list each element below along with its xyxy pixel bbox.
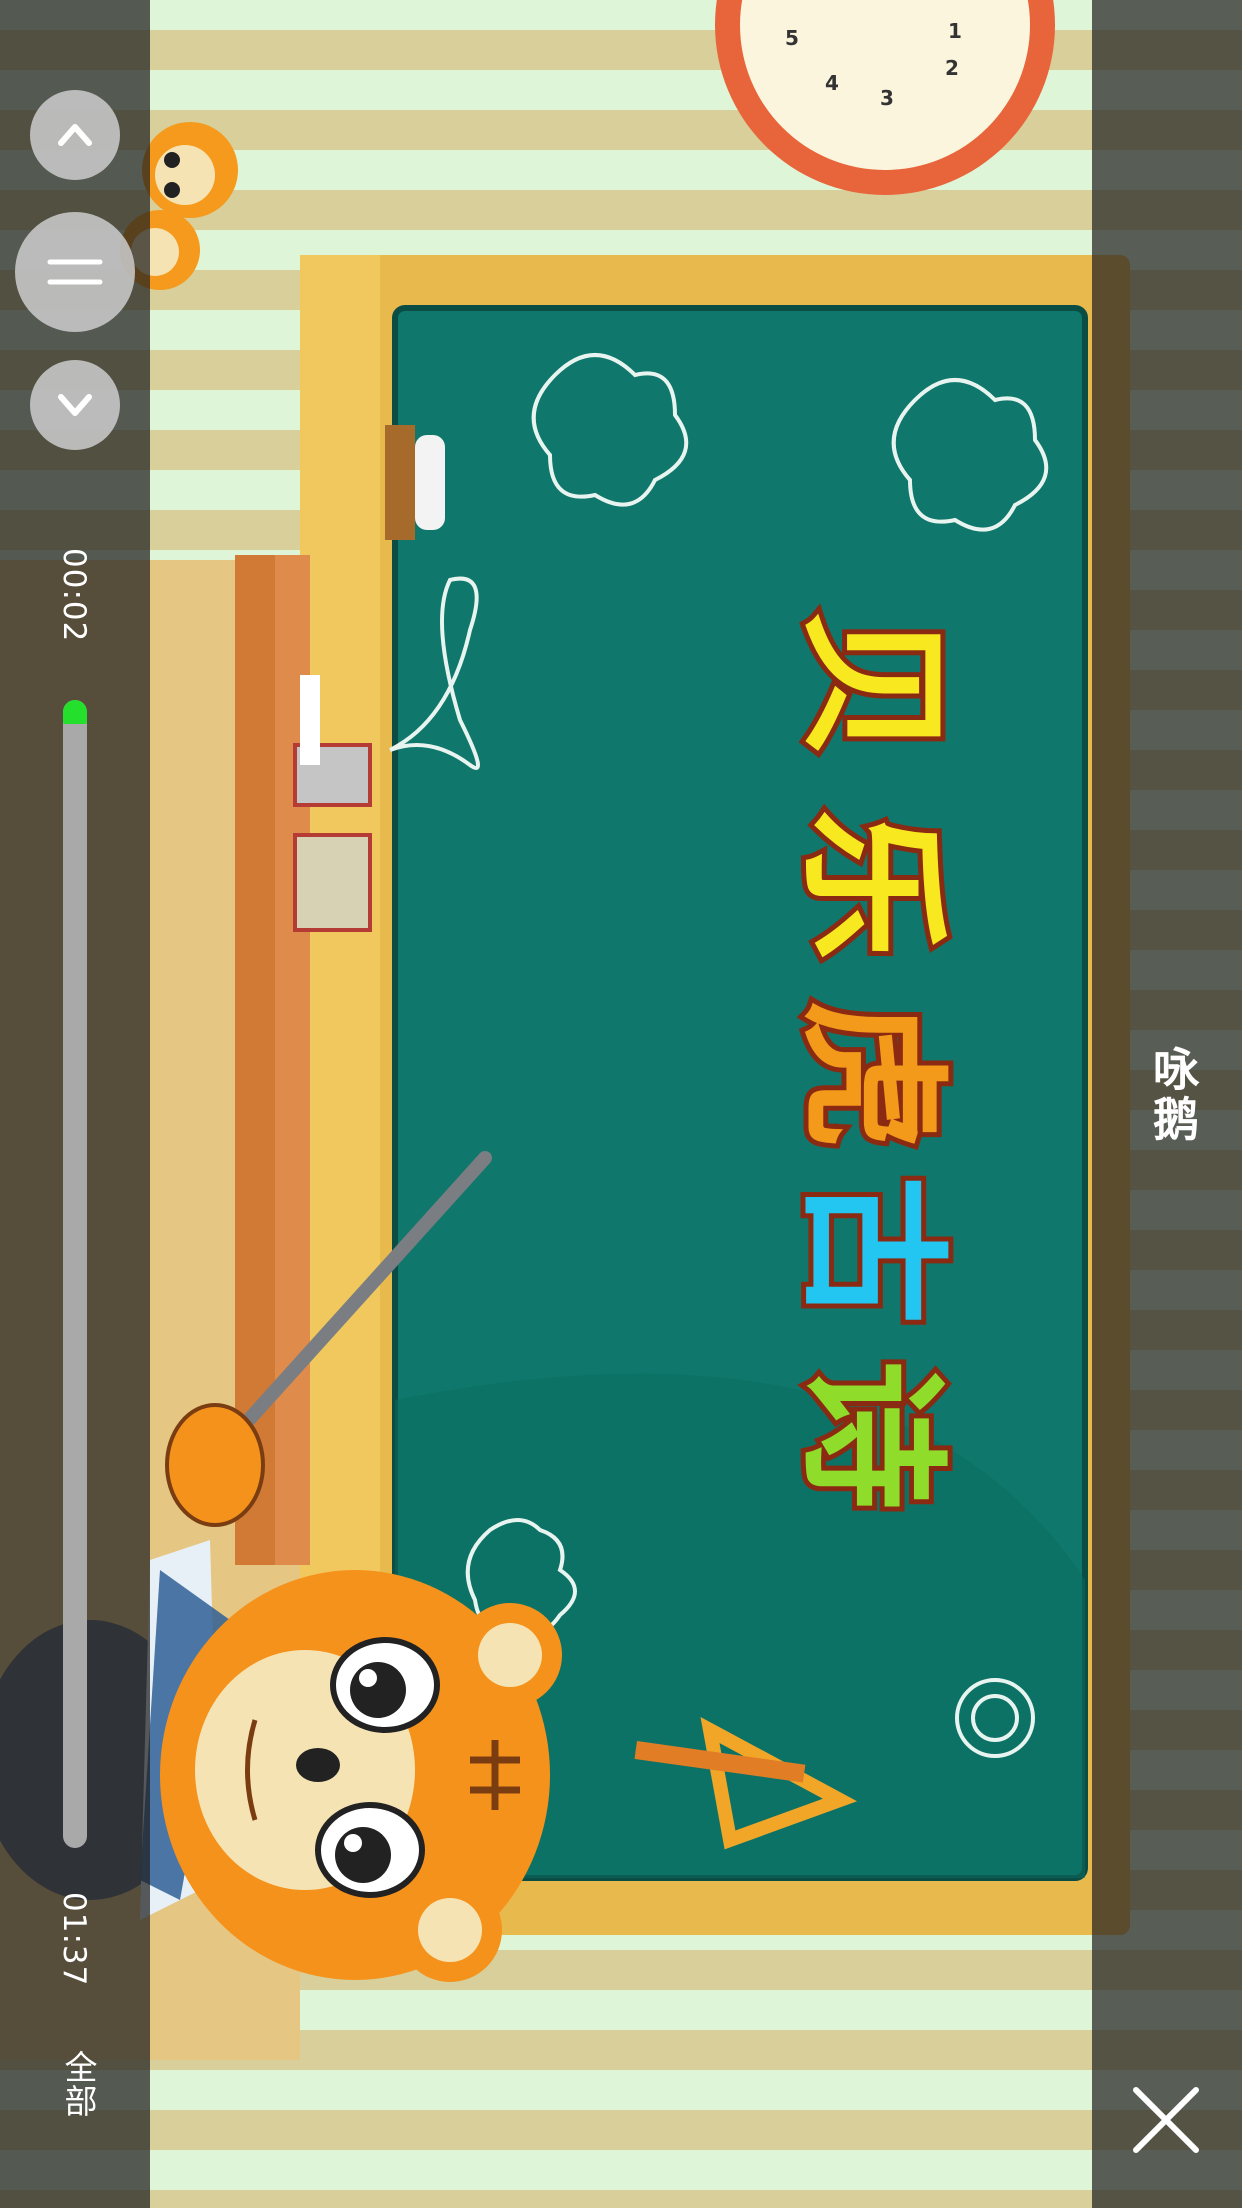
board-char-3: 古 bbox=[784, 1175, 958, 1325]
left-control-bar: 00:02 01:37 全部 bbox=[0, 0, 150, 2208]
svg-text:4: 4 bbox=[825, 71, 839, 95]
progress-bar[interactable] bbox=[63, 700, 87, 1848]
double-line-menu-icon bbox=[47, 259, 103, 285]
chevron-up-icon bbox=[58, 124, 92, 146]
video-title: 咏鹅 bbox=[1146, 1045, 1200, 1145]
video-picture: 1 2 3 4 5 贝 乐 虎 古 诗 bbox=[0, 0, 1242, 2208]
board-char-4: 诗 bbox=[784, 1360, 958, 1510]
scroll-up-button[interactable] bbox=[30, 90, 120, 180]
current-time: 00:02 bbox=[56, 548, 92, 643]
svg-text:3: 3 bbox=[880, 86, 894, 110]
board-char-2: 虎 bbox=[784, 1000, 958, 1150]
svg-text:1: 1 bbox=[948, 19, 962, 43]
svg-text:5: 5 bbox=[785, 26, 799, 50]
close-button[interactable] bbox=[1126, 2080, 1206, 2160]
svg-text:2: 2 bbox=[945, 56, 959, 80]
menu-button[interactable] bbox=[15, 212, 135, 332]
total-time: 01:37 bbox=[56, 1892, 92, 1987]
scroll-down-button[interactable] bbox=[30, 360, 120, 450]
close-icon bbox=[1133, 2087, 1199, 2153]
all-episodes-button[interactable]: 全部 bbox=[54, 2050, 102, 2118]
video-frame[interactable]: 1 2 3 4 5 贝 乐 虎 古 诗 bbox=[0, 0, 1242, 2208]
chevron-down-icon bbox=[58, 394, 92, 416]
board-char-0: 贝 bbox=[784, 610, 958, 760]
progress-fill bbox=[63, 700, 87, 724]
board-char-1: 乐 bbox=[784, 810, 958, 960]
